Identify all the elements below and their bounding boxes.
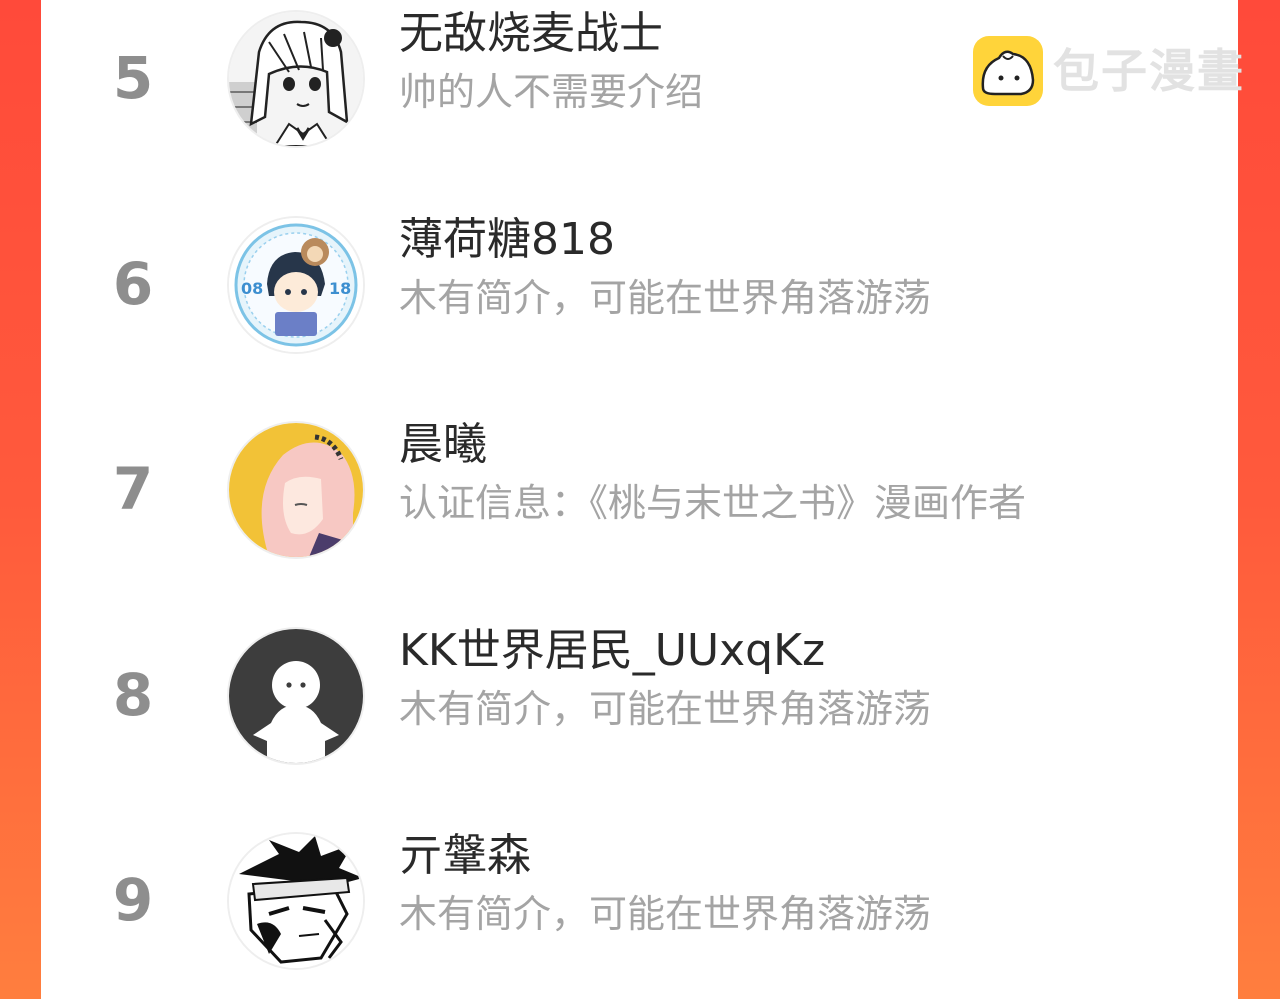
user-name[interactable]: 薄荷糖818 <box>399 212 615 268</box>
user-bio: 帅的人不需要介绍 <box>399 70 704 114</box>
avatar[interactable] <box>229 423 363 557</box>
watermark: 包子漫畫 <box>973 36 1243 106</box>
user-bio: 认证信息：《桃与末世之书》漫画作者 <box>399 481 1027 525</box>
default-ghost-avatar-icon <box>229 629 363 763</box>
avatar[interactable] <box>229 629 363 763</box>
user-name[interactable]: 晨曦 <box>399 417 487 473</box>
user-bio: 木有简介，可能在世界角落游荡 <box>399 276 932 320</box>
user-name[interactable]: 无敌烧麦战士 <box>399 6 663 62</box>
watermark-text: 包子漫畫 <box>1053 44 1245 98</box>
ranking-panel: 5 无敌烧麦战士 帅的人不需要介绍 6 08 18 薄荷糖818 木有简介，可能… <box>41 0 1238 999</box>
list-item[interactable]: 8 KK世界居民_UUxqKz 木有简介，可能在世界角落游荡 <box>41 617 1238 777</box>
avatar[interactable] <box>229 834 363 968</box>
manga-girl-avatar-icon <box>229 12 363 146</box>
birthday-boy-avatar-icon: 08 18 <box>229 218 363 352</box>
user-bio: 木有简介，可能在世界角落游荡 <box>399 687 932 731</box>
bun-logo-icon <box>973 36 1043 106</box>
avatar[interactable] <box>229 12 363 146</box>
rank-number: 8 <box>112 661 154 729</box>
rank-number: 6 <box>112 250 154 318</box>
manga-boy-avatar-icon <box>229 834 363 968</box>
pink-hair-girl-avatar-icon <box>229 423 363 557</box>
list-item[interactable]: 9 亓鞶森 木有简介，可能在世界角落游荡 <box>41 822 1238 982</box>
svg-text:08: 08 <box>241 279 263 298</box>
rank-number: 5 <box>112 44 154 112</box>
rank-number: 9 <box>112 866 154 934</box>
user-name[interactable]: 亓鞶森 <box>399 828 531 884</box>
avatar[interactable]: 08 18 <box>229 218 363 352</box>
svg-text:18: 18 <box>329 279 351 298</box>
rank-number: 7 <box>112 455 154 523</box>
user-bio: 木有简介，可能在世界角落游荡 <box>399 892 932 936</box>
user-name[interactable]: KK世界居民_UUxqKz <box>399 623 825 679</box>
list-item[interactable]: 6 08 18 薄荷糖818 木有简介，可能在世界角落游荡 <box>41 206 1238 366</box>
list-item[interactable]: 7 晨曦 认证信息：《桃与末世之书》漫画作者 <box>41 411 1238 571</box>
